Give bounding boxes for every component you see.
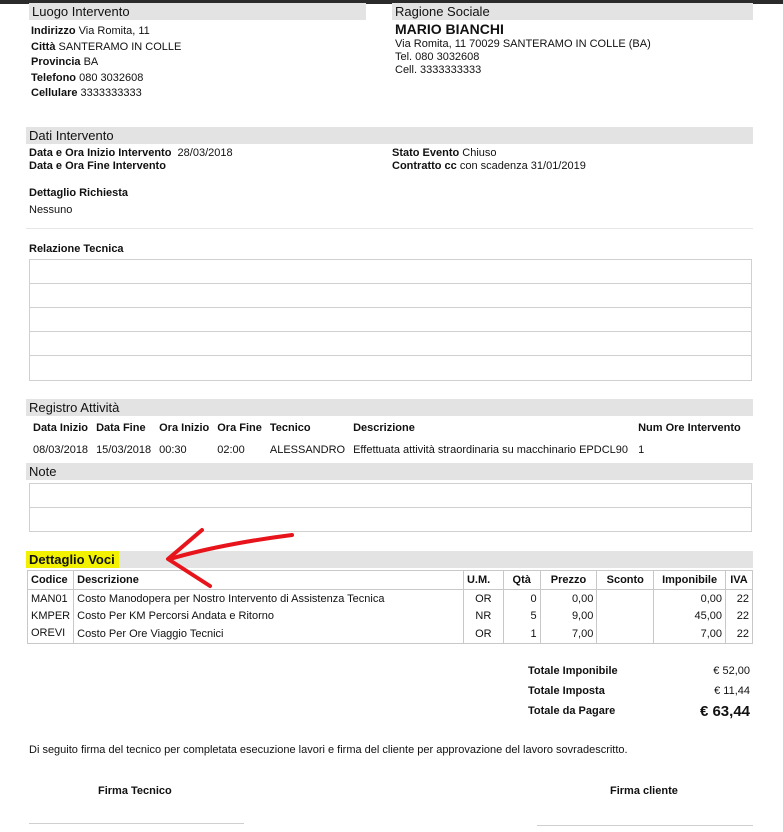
ragione-header: Ragione Sociale xyxy=(392,3,753,20)
cell: OREVI xyxy=(26,624,75,644)
cell: NR xyxy=(462,607,504,624)
table-row: OREVI Costo Per Ore Viaggio Tecnici OR 1… xyxy=(26,624,753,644)
firma-cliente-line xyxy=(537,825,753,826)
cell: 9,00 xyxy=(539,607,598,624)
registro-table: Data Inizio Data Fine Ora Inizio Ora Fin… xyxy=(29,418,745,462)
table-row: MAN01 Costo Manodopera per Nostro Interv… xyxy=(26,589,753,607)
totale-imponibile-value: € 52,00 xyxy=(713,665,750,677)
cell: KMPER xyxy=(26,607,75,624)
dati-header: Dati Intervento xyxy=(26,127,753,144)
registro-header-row: Data Inizio Data Fine Ora Inizio Ora Fin… xyxy=(29,418,745,438)
cell: 1 xyxy=(638,444,645,456)
col-prezzo: Prezzo xyxy=(539,570,598,590)
relazione-line xyxy=(30,332,751,356)
luogo-provincia: Provincia BA xyxy=(31,56,99,68)
data-inizio: Data e Ora Inizio Intervento 28/03/2018 xyxy=(29,147,233,159)
col-qta: Qtà xyxy=(502,570,541,590)
totale-imponibile-label: Totale Imponibile xyxy=(528,665,618,677)
voci-header: Dettaglio Voci xyxy=(26,551,119,568)
totale-imposta-label: Totale Imposta xyxy=(528,685,605,697)
footer-text: Di seguito firma del tecnico per complet… xyxy=(29,744,628,756)
cell: ALESSANDRO xyxy=(269,444,346,456)
voci-table: Codice Descrizione U.M. Qtà Prezzo Scont… xyxy=(26,570,753,644)
cell: 02:00 xyxy=(217,444,245,456)
col-ora-inizio: Ora Inizio xyxy=(159,422,210,434)
cell: 1 xyxy=(502,624,541,644)
col-um: U.M. xyxy=(462,570,504,590)
totale-pagare-value: € 63,44 xyxy=(699,703,750,720)
cell: OR xyxy=(462,624,504,644)
cell: Costo Per KM Percorsi Andata e Ritorno xyxy=(73,607,464,624)
ragione-name: MARIO BIANCHI xyxy=(395,21,504,37)
relazione-line xyxy=(30,356,751,380)
firma-tecnico-label: Firma Tecnico xyxy=(98,785,172,797)
luogo-indirizzo: Indirizzo Via Romita, 11 xyxy=(31,25,150,37)
col-num-ore: Num Ore Intervento xyxy=(638,422,741,434)
table-row: 08/03/2018 15/03/2018 00:30 02:00 ALESSA… xyxy=(29,438,745,462)
luogo-citta: Città SANTERAMO IN COLLE xyxy=(31,40,182,53)
cell: 00:30 xyxy=(159,444,187,456)
relazione-tecnica-label: Relazione Tecnica xyxy=(29,243,124,255)
contratto: Contratto cc con scadenza 31/01/2019 xyxy=(392,160,586,172)
note-box xyxy=(29,483,752,532)
col-codice: Codice xyxy=(26,570,75,590)
firma-cliente-label: Firma cliente xyxy=(610,785,678,797)
arrow-shaft xyxy=(168,533,294,561)
cell: 7,00 xyxy=(653,624,726,644)
divider-line xyxy=(26,228,753,229)
col-imponibile: Imponibile xyxy=(653,570,726,590)
data-fine: Data e Ora Fine Intervento xyxy=(29,160,166,172)
cell: 15/03/2018 xyxy=(96,444,152,456)
cell: 22 xyxy=(725,589,753,607)
stato-evento: Stato Evento Chiuso xyxy=(392,147,497,159)
note-header: Note xyxy=(26,463,753,480)
relazione-line xyxy=(30,260,751,284)
cell xyxy=(596,607,655,624)
cell: 22 xyxy=(725,607,753,624)
cell: 08/03/2018 xyxy=(33,444,89,456)
cell: 45,00 xyxy=(653,607,726,624)
dettaglio-richiesta-value: Nessuno xyxy=(29,204,73,216)
cell: 5 xyxy=(502,607,541,624)
cell: OR xyxy=(462,589,504,607)
col-iva: IVA xyxy=(725,570,753,590)
table-row: KMPER Costo Per KM Percorsi Andata e Rit… xyxy=(26,607,753,624)
note-line xyxy=(30,484,751,508)
cell: MAN01 xyxy=(26,589,75,607)
col-descrizione: Descrizione xyxy=(353,422,415,434)
registro-header: Registro Attività xyxy=(26,399,753,416)
note-line xyxy=(30,508,751,532)
relazione-line xyxy=(30,308,751,332)
cell: Effettuata attività straordinaria su mac… xyxy=(353,444,629,456)
relazione-line xyxy=(30,284,751,308)
cell: 0,00 xyxy=(653,589,726,607)
cell: 0 xyxy=(502,589,541,607)
luogo-cellulare: Cellulare 3333333333 xyxy=(31,87,142,99)
dettaglio-richiesta-label: Dettaglio Richiesta xyxy=(29,187,129,199)
cell: Costo Per Ore Viaggio Tecnici xyxy=(73,624,464,644)
cell: 22 xyxy=(725,624,753,644)
luogo-telefono: Telefono 080 3032608 xyxy=(31,71,144,84)
ragione-tel: Tel. 080 3032608 xyxy=(395,51,480,63)
cell xyxy=(596,624,655,644)
luogo-details: Indirizzo Via Romita, 11 Città SANTERAMO… xyxy=(31,24,181,102)
totale-imposta-value: € 11,44 xyxy=(714,685,750,697)
col-data-fine: Data Fine xyxy=(96,422,146,434)
cell: 0,00 xyxy=(539,589,598,607)
luogo-header: Luogo Intervento xyxy=(29,3,366,20)
relazione-tecnica-box xyxy=(29,259,752,381)
col-sconto: Sconto xyxy=(596,570,655,590)
col-tecnico: Tecnico xyxy=(269,422,311,434)
red-arrow-annotation xyxy=(166,528,294,588)
col-data-inizio: Data Inizio xyxy=(33,422,89,434)
ragione-cell: Cell. 3333333333 xyxy=(395,64,482,76)
col-ora-fine: Ora Fine xyxy=(217,422,262,434)
voci-header-row: Codice Descrizione U.M. Qtà Prezzo Scont… xyxy=(26,570,753,590)
cell xyxy=(596,589,655,607)
totale-pagare-label: Totale da Pagare xyxy=(528,705,616,717)
voci-header-bar xyxy=(26,551,753,568)
firma-tecnico-line xyxy=(29,823,244,824)
ragione-address: Via Romita, 11 70029 SANTERAMO IN COLLE … xyxy=(395,38,651,50)
cell: 7,00 xyxy=(539,624,598,644)
